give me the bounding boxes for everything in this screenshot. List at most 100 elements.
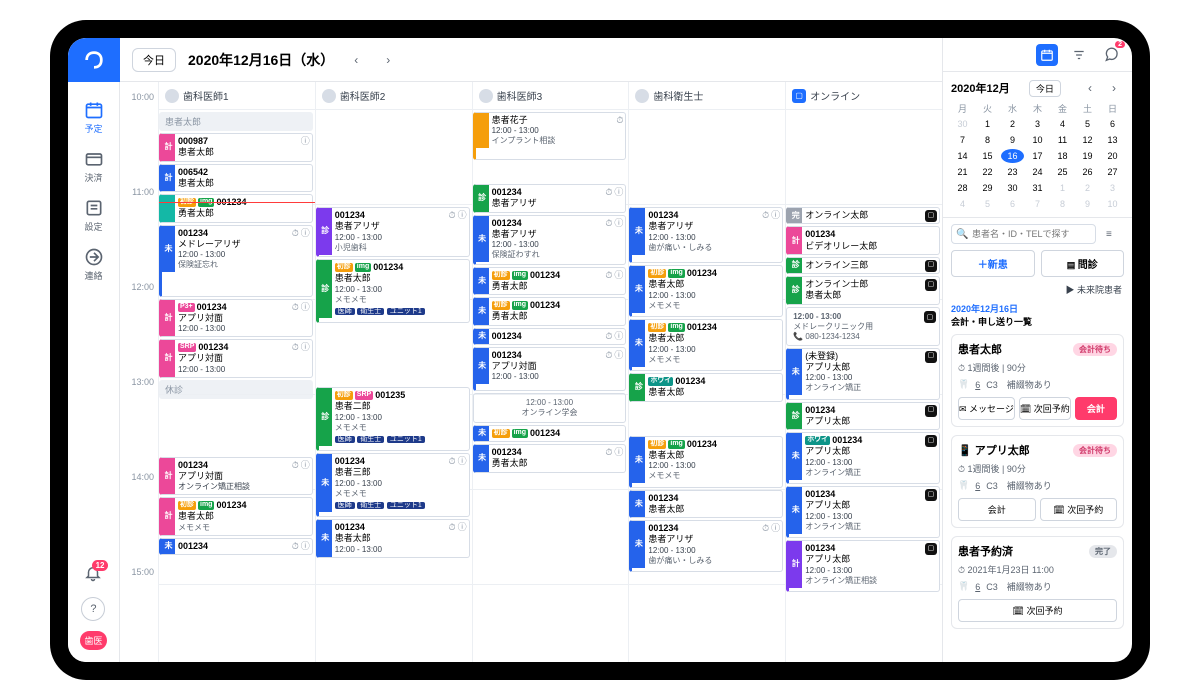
mini-cal-day[interactable]: 5 (976, 197, 999, 211)
mini-cal-day[interactable]: 22 (976, 165, 999, 179)
interview-button[interactable]: ▤ 問診 (1041, 250, 1125, 277)
mini-cal-day[interactable]: 8 (976, 133, 999, 147)
appointment[interactable]: 未初診img001234 (473, 425, 627, 442)
mini-cal-day[interactable]: 7 (1026, 197, 1049, 211)
mini-cal-day[interactable]: 10 (1026, 133, 1049, 147)
appointment[interactable]: 診ホワイ001234患者太郎 (629, 373, 783, 402)
appointment[interactable]: 未初診img001234患者太郎12:00 - 13:00メモメモ (629, 436, 783, 488)
help-button[interactable]: ? (81, 597, 105, 621)
mini-cal-day[interactable]: 29 (976, 181, 999, 195)
view-calendar-icon[interactable] (1036, 44, 1058, 66)
card-button[interactable]: 会計 (1075, 397, 1117, 420)
mini-cal-day[interactable]: 15 (976, 149, 999, 163)
search-filter-icon[interactable]: ≡ (1106, 229, 1124, 240)
mini-cal-day[interactable]: 4 (951, 197, 974, 211)
app-logo[interactable] (68, 38, 120, 82)
next-day-button[interactable]: › (378, 50, 398, 70)
card-button[interactable]: 🗓 次回予約 (1040, 498, 1118, 521)
free-slot[interactable]: 12:00 - 13:00オンライン学会 (473, 393, 627, 423)
mini-cal-day[interactable]: 10 (1101, 197, 1124, 211)
mini-cal-day[interactable]: 17 (1026, 149, 1049, 163)
mini-cal-day[interactable]: 28 (951, 181, 974, 195)
mini-cal-day[interactable]: 25 (1051, 165, 1074, 179)
appointment[interactable]: 未初診img001234勇者太郎 (473, 297, 627, 326)
appointment[interactable]: 未001234メドレーアリザ12:00 - 13:00保険証忘れ⏱ⓘ (159, 225, 313, 297)
mini-cal-day[interactable]: 30 (951, 117, 974, 131)
appointment[interactable]: 未初診img001234勇者太郎⏱ⓘ (473, 267, 627, 296)
appointment[interactable]: 計001234ビデオリレー太郎 (786, 226, 940, 255)
appointment[interactable]: 計006542患者太郎 (159, 164, 313, 193)
appointment[interactable]: 計000987患者太郎ⓘ (159, 133, 313, 162)
column-body[interactable]: 患者太郎計000987患者太郎ⓘ計006542患者太郎初診img001234勇者… (159, 110, 315, 662)
card-button[interactable]: 🗓 次回予約 (1019, 397, 1071, 420)
mini-cal-day[interactable]: 16 (1001, 149, 1024, 163)
mini-cal-day[interactable]: 30 (1001, 181, 1024, 195)
appointment[interactable]: 計初診img001234患者太郎メモメモ (159, 497, 313, 536)
mini-cal-day[interactable]: 6 (1101, 117, 1124, 131)
mini-cal-day[interactable]: 2 (1076, 181, 1099, 195)
mini-cal-day[interactable]: 9 (1001, 133, 1024, 147)
mini-cal-day[interactable]: 26 (1076, 165, 1099, 179)
mini-cal-today[interactable]: 今日 (1029, 80, 1061, 97)
rail-item-payment[interactable]: 決済 (84, 149, 104, 184)
appointment[interactable]: 患者花子12:00 - 13:00インプラント相談⏱ (473, 112, 627, 160)
appointment[interactable]: 未ホワイ001234アプリ太郎12:00 - 13:00オンライン矯正▢ (786, 432, 940, 484)
appointment[interactable]: 完オンライン太郎▢ (786, 207, 940, 224)
appointment[interactable]: 未001234アプリ太郎12:00 - 13:00オンライン矯正▢ (786, 486, 940, 538)
appointment[interactable]: 診オンライン三郎▢ (786, 257, 940, 274)
mini-cal-day[interactable]: 3 (1101, 181, 1124, 195)
mini-cal-day[interactable]: 18 (1051, 149, 1074, 163)
rail-item-settings[interactable]: 設定 (84, 198, 104, 233)
mini-cal-day[interactable]: 9 (1076, 197, 1099, 211)
chat-icon[interactable]: 2 (1100, 44, 1122, 66)
mini-cal-day[interactable]: 4 (1051, 117, 1074, 131)
mini-cal-day[interactable]: 6 (1001, 197, 1024, 211)
appointment[interactable]: 未001234勇者太郎⏱ⓘ (473, 444, 627, 473)
appointment[interactable]: 計P3+001234アプリ対面12:00 - 13:00⏱ⓘ (159, 299, 313, 338)
column-body[interactable]: 患者花子12:00 - 13:00インプラント相談⏱ 診001234患者アリザ⏱ⓘ… (473, 110, 629, 662)
future-patients-link[interactable]: ▶ 未来院患者 (943, 283, 1132, 302)
appointment[interactable]: 未001234患者アリザ12:00 - 13:00保険証わすれ⏱ⓘ (473, 215, 627, 265)
appointment[interactable]: 診001234患者アリザ⏱ⓘ (473, 184, 627, 213)
column-body[interactable]: 未001234患者アリザ12:00 - 13:00歯が痛い・しみる⏱ⓘ未初診im… (629, 110, 785, 662)
notifications-bell[interactable]: 12 (84, 564, 102, 587)
appointment[interactable]: 未初診img001234患者太郎12:00 - 13:00メモメモ (629, 265, 783, 317)
mini-cal-day[interactable]: 19 (1076, 149, 1099, 163)
mini-cal-day[interactable]: 2 (1001, 117, 1024, 131)
rail-item-calendar[interactable]: 予定 (84, 100, 104, 135)
mini-cal-day[interactable]: 3 (1026, 117, 1049, 131)
mini-prev[interactable]: ‹ (1080, 78, 1100, 98)
mini-cal-day[interactable]: 24 (1026, 165, 1049, 179)
today-button[interactable]: 今日 (132, 48, 176, 72)
free-slot[interactable]: 12:00 - 13:00メドレークリニック用📞 080-1234-1234▢ (786, 307, 940, 346)
mini-cal-day[interactable]: 23 (1001, 165, 1024, 179)
column-body[interactable]: 完オンライン太郎▢ 計001234ビデオリレー太郎診オンライン三郎▢ 診オンライン士… (786, 110, 942, 662)
appointment[interactable]: 診オンライン士郎患者太郎▢ (786, 276, 940, 305)
appointment[interactable]: 未001234患者太郎 (629, 490, 783, 519)
mini-cal-day[interactable]: 31 (1026, 181, 1049, 195)
card-button[interactable]: 🗓 次回予約 (958, 599, 1117, 622)
appointment[interactable]: 診初診img001234患者太郎12:00 - 13:00メモメモ医師 衛生士 … (316, 259, 470, 323)
mini-cal-day[interactable]: 5 (1076, 117, 1099, 131)
prev-day-button[interactable]: ‹ (346, 50, 366, 70)
appointment[interactable]: 計001234アプリ対面オンライン矯正相談⏱ⓘ (159, 457, 313, 496)
card-button[interactable]: ✉ メッセージ (958, 397, 1015, 420)
rail-item-send[interactable]: 連絡 (84, 247, 104, 282)
appointment[interactable]: 未初診img001234患者太郎12:00 - 13:00メモメモ (629, 319, 783, 371)
appointment[interactable]: 初診img001234勇者太郎 (159, 194, 313, 223)
mini-cal-day[interactable]: 11 (1051, 133, 1074, 147)
appointment[interactable]: 未001234患者太郎12:00 - 13:00⏱ⓘ (316, 519, 470, 558)
appointment[interactable]: 未001234⏱ⓘ (159, 538, 313, 555)
appointment[interactable]: 計001234アプリ太郎12:00 - 13:00オンライン矯正相談▢ (786, 540, 940, 592)
mini-cal-day[interactable]: 27 (1101, 165, 1124, 179)
mini-cal-day[interactable]: 21 (951, 165, 974, 179)
mini-cal-day[interactable]: 13 (1101, 133, 1124, 147)
appointment[interactable]: 診001234患者アリザ12:00 - 13:00小児歯科⏱ⓘ (316, 207, 470, 257)
appointment[interactable]: 診初診SRP001235患者二郎12:00 - 13:00メモメモ医師 衛生士 … (316, 387, 470, 451)
mini-cal-day[interactable]: 14 (951, 149, 974, 163)
mini-cal-day[interactable]: 8 (1051, 197, 1074, 211)
appointment[interactable]: 計SRP001234アプリ対面12:00 - 13:00⏱ⓘ (159, 339, 313, 378)
appointment[interactable]: 未001234アプリ対面12:00 - 13:00⏱ⓘ (473, 347, 627, 391)
column-body[interactable]: 診001234患者アリザ12:00 - 13:00小児歯科⏱ⓘ診初診img001… (316, 110, 472, 662)
new-patient-button[interactable]: ＋新患 (951, 250, 1035, 277)
